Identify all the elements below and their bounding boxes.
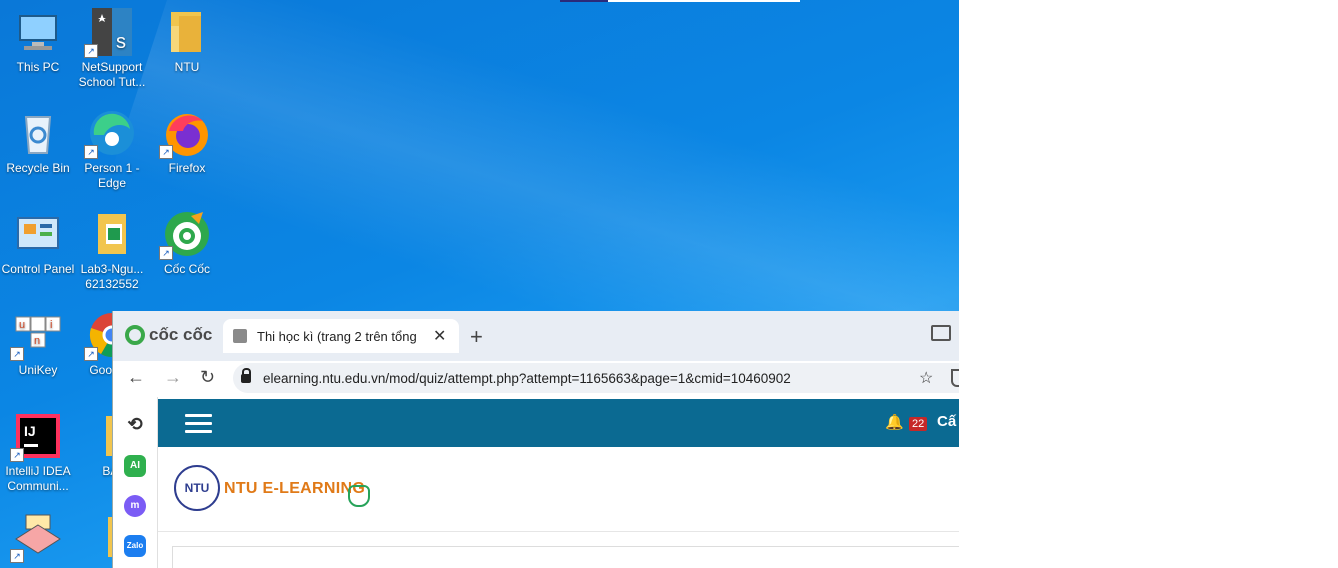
svg-text:IJ: IJ xyxy=(24,423,36,439)
brand-text: cốc cốc xyxy=(149,325,213,344)
lock-icon[interactable] xyxy=(241,367,251,383)
shortcut-arrow-icon: ↗ xyxy=(159,246,173,260)
svg-text:u: u xyxy=(19,319,25,331)
ntu-seal-logo[interactable]: NTU xyxy=(174,465,220,511)
desktop-icon-control-panel[interactable]: Control Panel xyxy=(1,202,75,277)
reload-icon[interactable]: ↻ xyxy=(200,367,215,388)
zalo-icon[interactable]: Zalo xyxy=(124,535,146,557)
desktop-icon-intellij[interactable]: IJ ↗ IntelliJ IDEA Communi... xyxy=(1,404,75,494)
desktop-icon-coccoc[interactable]: ↗ Cốc Cốc xyxy=(150,202,224,277)
tab-favicon-icon xyxy=(233,329,247,343)
shortcut-arrow-icon: ↗ xyxy=(84,145,98,159)
svg-text:s: s xyxy=(116,31,126,53)
content-card xyxy=(172,546,959,568)
tab-active[interactable]: Thi học kì (trang 2 trên tổng ✕ xyxy=(223,319,459,353)
history-icon[interactable]: ⟲ xyxy=(124,413,146,435)
url-text: elearning.ntu.edu.vn/mod/quiz/attempt.ph… xyxy=(263,370,791,386)
tab-search-icon[interactable] xyxy=(931,325,951,341)
notification-bell-icon[interactable]: 🔔 xyxy=(885,413,904,431)
desktop-icon-ntu[interactable]: NTU xyxy=(150,0,224,75)
shortcut-arrow-icon: ↗ xyxy=(84,44,98,58)
browser-window: cốc cốc Thi học kì (trang 2 trên tổng ✕ … xyxy=(112,311,959,568)
desktop-icon-this-pc[interactable]: This PC xyxy=(1,0,75,75)
coccoc-brand[interactable]: cốc cốc xyxy=(125,325,212,345)
svg-text:n: n xyxy=(34,335,40,347)
ai-icon[interactable]: AI xyxy=(124,455,146,477)
desktop-icon-unikey[interactable]: uin ↗ UniKey xyxy=(1,303,75,378)
shortcut-arrow-icon: ↗ xyxy=(10,347,24,361)
tab-strip: cốc cốc Thi học kì (trang 2 trên tổng ✕ … xyxy=(113,311,959,361)
desktop-icon-firefox[interactable]: ↗ Firefox xyxy=(150,101,224,176)
intellij-icon: IJ ↗ xyxy=(10,412,62,462)
svg-text:i: i xyxy=(50,319,52,331)
moodle-navbar: 🔔 22 Cấ xyxy=(158,399,959,447)
edge-icon: ↗ xyxy=(84,109,136,159)
navigation-bar: ← → ↻ elearning.ntu.edu.vn/mod/quiz/atte… xyxy=(113,361,959,397)
shortcut-arrow-icon: ↗ xyxy=(159,145,173,159)
desktop: This PC s ↗ NetSupport School Tut... NTU… xyxy=(0,0,959,568)
hamburger-menu-icon[interactable] xyxy=(185,414,212,433)
user-menu[interactable]: Cấ xyxy=(937,413,956,430)
desktop-icon-netsupport[interactable]: s ↗ NetSupport School Tut... xyxy=(75,0,149,90)
new-tab-button[interactable]: + xyxy=(470,324,483,350)
desktop-icon-recycle-bin[interactable]: Recycle Bin xyxy=(1,101,75,176)
address-bar[interactable]: elearning.ntu.edu.vn/mod/quiz/attempt.ph… xyxy=(233,363,959,393)
desktop-icon-diagram-tool[interactable]: ↗ xyxy=(1,505,75,565)
forward-icon[interactable]: → xyxy=(164,367,182,388)
shortcut-arrow-icon: ↗ xyxy=(10,549,24,563)
computer-icon xyxy=(14,8,62,56)
window-edge-light xyxy=(608,0,800,2)
bookmark-star-icon[interactable]: ☆ xyxy=(919,368,933,388)
shortcut-arrow-icon: ↗ xyxy=(84,347,98,361)
recycle-bin-icon xyxy=(14,109,62,157)
notification-badge: 22 xyxy=(909,417,928,431)
pointer-hand-icon xyxy=(348,485,370,507)
window-edge-dark xyxy=(560,0,608,2)
coccoc-icon: ↗ xyxy=(159,210,211,260)
desktop-icon-edge[interactable]: ↗ Person 1 - Edge xyxy=(75,101,149,191)
firefox-icon: ↗ xyxy=(159,109,211,159)
netsupport-icon: s ↗ xyxy=(84,8,136,58)
back-icon[interactable]: ← xyxy=(127,367,145,388)
folder-icon xyxy=(163,8,211,56)
coccoc-logo-icon xyxy=(125,325,145,345)
shortcut-arrow-icon: ↗ xyxy=(10,448,24,462)
diagram-tool-icon: ↗ xyxy=(10,513,62,563)
tab-title: Thi học kì (trang 2 trên tổng xyxy=(257,328,417,344)
excel-folder-icon xyxy=(88,210,136,258)
site-logo-text[interactable]: NTU E-LEARNING xyxy=(224,480,365,498)
site-header: NTU NTU E-LEARNING xyxy=(158,447,959,532)
desktop-icon-lab3[interactable]: Lab3-Ngu... 62132552 xyxy=(75,202,149,292)
unikey-icon: u in ↗ xyxy=(10,311,62,361)
page-content: 🔔 22 Cấ NTU NTU E-LEARNING xyxy=(158,397,959,568)
control-panel-icon xyxy=(14,210,62,258)
shield-icon[interactable] xyxy=(951,369,959,387)
messenger-icon[interactable]: m xyxy=(124,495,146,517)
tab-close-icon[interactable]: ✕ xyxy=(433,326,446,346)
browser-sidebar: ⟲ AI m Zalo xyxy=(113,397,158,568)
